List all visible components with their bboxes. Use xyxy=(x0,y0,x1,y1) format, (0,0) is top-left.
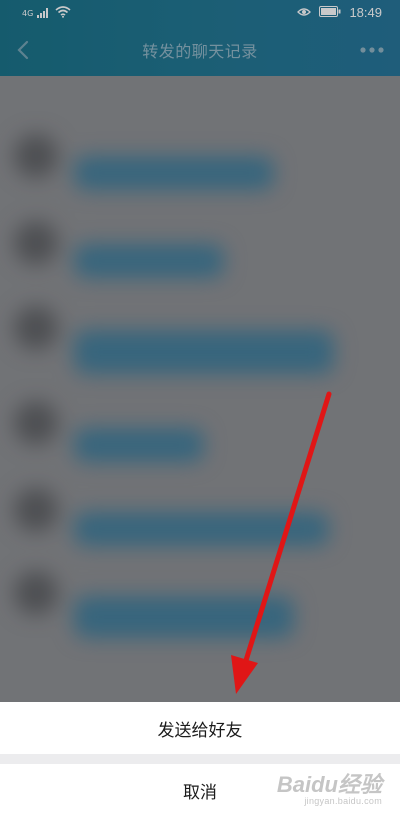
watermark-url: jingyan.baidu.com xyxy=(304,796,382,806)
baidu-watermark: Baidu经验 jingyan.baidu.com xyxy=(276,772,382,807)
send-to-friend-button[interactable]: 发送给好友 xyxy=(0,702,400,754)
watermark-logo: Baidu经验 xyxy=(276,772,382,797)
dim-overlay[interactable] xyxy=(0,0,400,702)
